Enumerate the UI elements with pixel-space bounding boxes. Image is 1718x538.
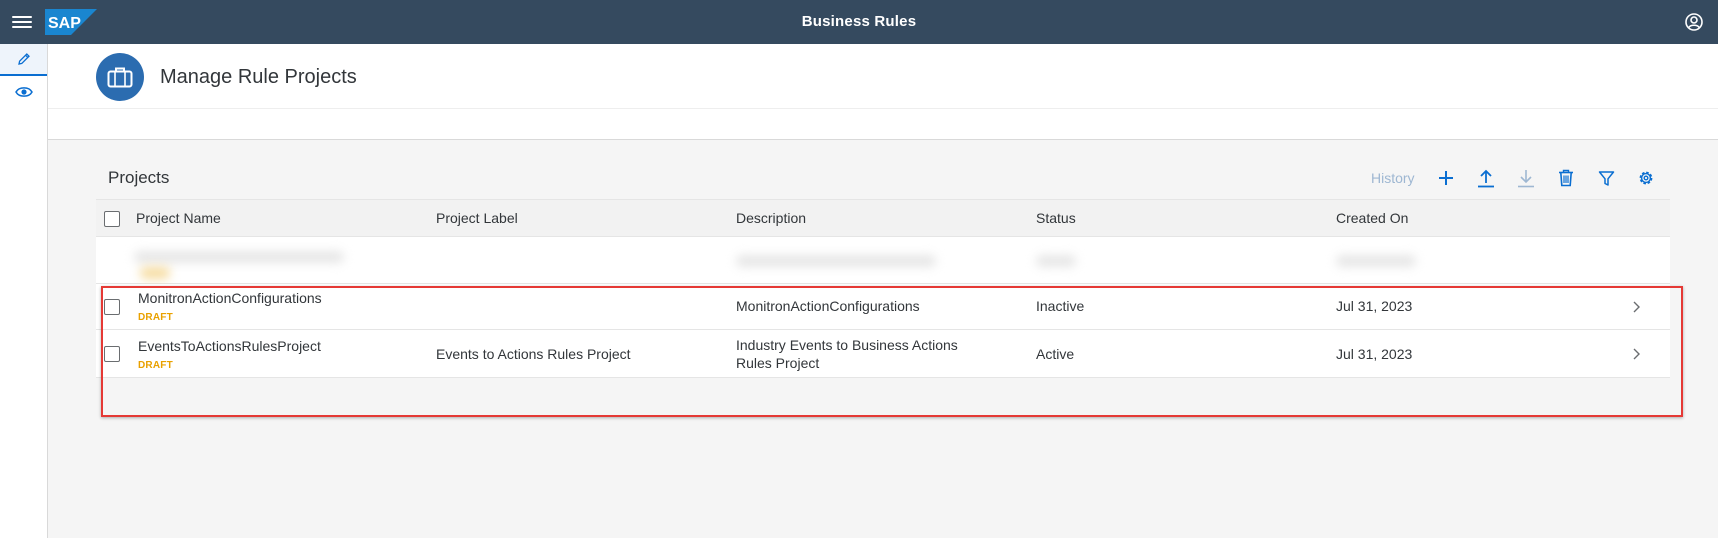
project-status: Active [1036,346,1075,362]
download-button[interactable] [1514,166,1538,190]
project-label: Events to Actions Rules Project [436,346,631,362]
project-description: Industry Events to Business Actions Rule… [736,337,958,371]
pencil-icon [17,53,30,65]
project-name: EventsToActionsRulesProject [138,338,321,354]
upload-icon [1478,169,1494,188]
filter-button[interactable] [1594,166,1618,190]
gear-icon [1639,171,1653,185]
add-button[interactable] [1434,166,1458,190]
draft-badge: DRAFT [138,360,173,371]
row-checkbox[interactable] [104,346,120,362]
column-header-project-label[interactable]: Project Label [436,200,518,237]
app-title: Business Rules [801,13,917,30]
plus-icon [1439,171,1453,185]
column-header-status[interactable]: Status [1036,200,1076,237]
nav-item-view[interactable] [0,76,47,108]
project-name: MonitronActionConfigurations [138,290,322,306]
project-created-on: Jul 31, 2023 [1336,346,1413,362]
project-description: MonitronActionConfigurations [736,298,920,314]
eye-icon [14,87,33,97]
column-header-created-on[interactable]: Created On [1336,200,1408,237]
upload-button[interactable] [1474,166,1498,190]
row-checkbox[interactable] [104,299,120,315]
history-button[interactable]: History [1371,170,1415,186]
table-empty-area [96,378,1670,420]
table-row[interactable]: EventsToActionsRulesProject DRAFT Events… [96,330,1670,378]
table-row-redacted [96,237,1670,284]
shell-bar: SAP Business Rules [0,0,1718,44]
menu-icon[interactable] [12,13,32,31]
download-icon [1518,170,1534,188]
header-divider [48,108,1718,109]
page-header: Manage Rule Projects [48,44,1718,140]
column-header-project-name[interactable]: Project Name [136,200,221,237]
delete-button[interactable] [1554,166,1578,190]
draft-badge: DRAFT [138,312,173,323]
projects-table: Project Name Project Label Description S… [96,199,1670,420]
chevron-right-icon[interactable] [1630,300,1642,314]
nav-item-edit[interactable] [0,44,47,76]
user-icon[interactable] [1684,12,1704,32]
column-header-description[interactable]: Description [736,200,806,237]
select-all-checkbox[interactable] [104,211,120,227]
filter-icon [1598,170,1614,186]
trash-icon [1559,169,1573,187]
project-created-on: Jul 31, 2023 [1336,298,1413,314]
chevron-right-icon[interactable] [1630,347,1642,361]
settings-button[interactable] [1634,166,1658,190]
table-header: Project Name Project Label Description S… [96,199,1670,237]
svg-text:SAP: SAP [48,15,81,32]
briefcase-icon [96,53,144,101]
side-navigation [0,44,48,538]
project-status: Inactive [1036,298,1085,314]
table-row[interactable]: MonitronActionConfigurations DRAFT Monit… [96,284,1670,330]
sap-logo[interactable]: SAP [45,9,97,35]
page-title: Manage Rule Projects [160,66,357,88]
table-title: Projects [108,168,170,187]
